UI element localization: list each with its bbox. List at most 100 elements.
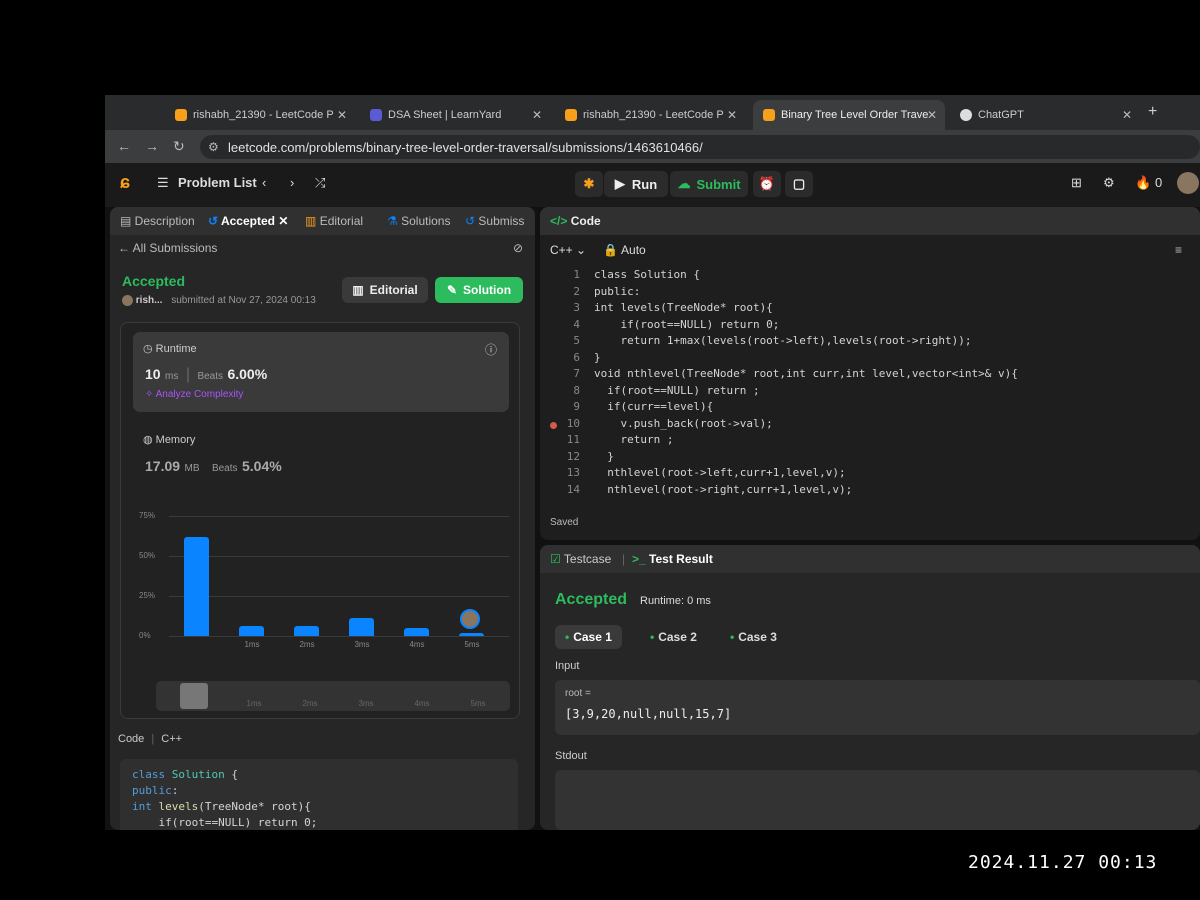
format-icon[interactable]: ≡ (1175, 243, 1182, 257)
case-tab-3[interactable]: • Case 3 (720, 625, 787, 649)
case-label: Case 3 (738, 630, 777, 644)
share-link-icon[interactable]: ⊘ (513, 241, 523, 255)
leetcode-logo-icon[interactable]: ɕ (120, 172, 130, 193)
code-line[interactable]: 9 if(curr==level){ (550, 399, 1190, 416)
browser-tab-4[interactable]: Binary Tree Level Order Trave ✕ (753, 100, 945, 130)
close-tab-icon[interactable]: ✕ (727, 108, 737, 122)
tab-accepted[interactable]: ↺ Accepted ✕ (208, 214, 288, 228)
memory-heading: ◍ Memory (143, 434, 196, 446)
info-icon[interactable]: ⓘ (485, 341, 497, 358)
chart-bar[interactable] (459, 632, 484, 636)
browser-tab-2[interactable]: DSA Sheet | LearnYard ✕ (360, 100, 550, 130)
code-line[interactable]: 8 if(root==NULL) return ; (550, 383, 1190, 400)
problem-list-link[interactable]: Problem List (178, 175, 257, 190)
forward-icon[interactable]: → (145, 138, 159, 154)
chatgpt-favicon-icon (960, 109, 972, 121)
next-problem-icon[interactable]: › (290, 175, 294, 190)
case-tab-1[interactable]: • Case 1 (555, 625, 622, 649)
settings-gear-icon[interactable]: ⚙ (1103, 175, 1115, 191)
code-line[interactable]: 2 public: (550, 284, 1190, 301)
reload-icon[interactable]: ↻ (173, 138, 185, 155)
code-line[interactable]: 10 v.push_back(root->val); (550, 416, 1190, 433)
line-text: } (594, 449, 614, 463)
y-tick-label: 75% (139, 511, 156, 520)
close-tab-icon[interactable]: ✕ (337, 108, 347, 122)
layout-grid-icon[interactable]: ⊞ (1071, 175, 1082, 191)
clock-icon: ↺ (208, 214, 219, 228)
url-field[interactable]: ⚙ leetcode.com/problems/binary-tree-leve… (200, 135, 1200, 159)
back-icon[interactable]: ← (117, 138, 131, 154)
code-line[interactable]: 12 } (550, 449, 1190, 466)
submit-button[interactable]: ☁ Submit (670, 171, 748, 197)
timer-button[interactable]: ⏰ (753, 171, 781, 197)
prev-problem-icon[interactable]: ‹ (262, 175, 266, 190)
code-line[interactable]: 4 if(root==NULL) return 0; (550, 317, 1190, 334)
code-line[interactable]: 14 nthlevel(root->right,curr+1,level,v); (550, 482, 1190, 499)
tab-test-result[interactable]: >_ Test Result (632, 552, 713, 566)
browser-tab-1[interactable]: rishabh_21390 - LeetCode P ✕ (165, 100, 355, 130)
y-tick-label: 0% (139, 631, 151, 640)
browser-tab-3[interactable]: rishabh_21390 - LeetCode P ✕ (555, 100, 745, 130)
analyze-complexity-link[interactable]: ✧ Analyze Complexity (145, 389, 243, 400)
chart-bar[interactable] (184, 536, 209, 636)
line-text: class Solution { (594, 268, 700, 281)
breakpoint-dot[interactable] (550, 422, 557, 429)
debug-button[interactable]: ✱ (575, 171, 603, 197)
x-tick-label: 2ms (299, 640, 315, 649)
solution-button[interactable]: ✎ Solution (435, 277, 523, 303)
cloud-upload-icon: ☁ (677, 176, 691, 191)
case-tab-2[interactable]: • Case 2 (640, 625, 707, 649)
code-line[interactable]: 3 int levels(TreeNode* root){ (550, 300, 1190, 317)
new-tab-icon[interactable]: + (1148, 103, 1157, 121)
language-selector[interactable]: C++ ⌄ 🔒 Auto (550, 243, 646, 257)
code-line[interactable]: 7 void nthlevel(TreeNode* root,int curr,i… (550, 366, 1190, 383)
flask-icon: ⚗ (387, 214, 398, 228)
runtime-card[interactable]: ◷ Runtime ⓘ 10 ms | Beats 6.00% ✧ Analyz… (133, 332, 509, 412)
chart-range-slider[interactable]: 1ms 2ms 3ms 4ms 5ms (156, 681, 510, 711)
close-tab-icon[interactable]: ✕ (1122, 108, 1132, 122)
chart-bar[interactable] (239, 626, 264, 636)
site-info-icon[interactable]: ⚙ (208, 140, 219, 154)
tab-label: rishabh_21390 - LeetCode P (193, 109, 334, 121)
gridline (169, 596, 509, 597)
tab-editorial[interactable]: ▥ Editorial (305, 214, 363, 228)
list-icon[interactable]: ☰ (157, 175, 169, 191)
all-submissions-label: All Submissions (132, 241, 218, 255)
browser-window: rishabh_21390 - LeetCode P ✕ DSA Sheet |… (105, 95, 1200, 830)
chart-bar[interactable] (404, 628, 429, 636)
autocomplete-mode[interactable]: Auto (621, 243, 646, 257)
range-handle[interactable] (180, 683, 208, 709)
memory-value-row: 17.09 MB Beats 5.04% (145, 458, 282, 476)
all-submissions-link[interactable]: ← All Submissions (118, 241, 217, 255)
code-line[interactable]: 5 return 1+max(levels(root->left),levels… (550, 333, 1190, 350)
chart-bar[interactable] (294, 626, 319, 636)
y-tick-label: 50% (139, 551, 156, 560)
shuffle-icon[interactable]: ⤮ (315, 175, 325, 191)
username[interactable]: rish... (136, 295, 163, 306)
analyze-label: Analyze Complexity (155, 389, 244, 400)
tab-solutions[interactable]: ⚗ Solutions (387, 214, 450, 228)
close-tab-icon[interactable]: ✕ (927, 108, 937, 122)
code-line[interactable]: 13 nthlevel(root->left,curr+1,level,v); (550, 465, 1190, 482)
tab-testcase[interactable]: ☑ Testcase (550, 552, 611, 566)
tab-description[interactable]: ▤ Description (120, 214, 195, 228)
browser-tab-5[interactable]: ChatGPT ✕ (950, 100, 1140, 130)
user-avatar[interactable] (1177, 172, 1199, 194)
x-tick-label: 4ms (409, 640, 425, 649)
tab-submissions[interactable]: ↺ Submiss (465, 214, 524, 228)
tab-label: Testcase (563, 552, 612, 566)
bug-icon: ✱ (583, 176, 595, 191)
run-button[interactable]: ▶ Run (604, 171, 668, 197)
code-line[interactable]: 11 return ; (550, 432, 1190, 449)
streak-flame-icon[interactable]: 🔥 (1135, 175, 1151, 191)
code-line[interactable]: 6} (550, 350, 1190, 367)
x-tick-label: 5ms (464, 640, 480, 649)
editorial-button[interactable]: ▥ Editorial (342, 277, 428, 303)
code-editor[interactable]: 1 class Solution {2 public: 3 int levels(Tre… (550, 267, 1190, 507)
notes-button[interactable]: ▢ (785, 171, 813, 197)
close-tab-icon[interactable]: ✕ (532, 108, 542, 122)
chart-bar[interactable] (349, 618, 374, 636)
memory-beats: 5.04% (241, 458, 282, 474)
code-line[interactable]: 1 class Solution { (550, 267, 1190, 284)
submission-meta: rish... submitted at Nov 27, 2024 00:13 (122, 295, 316, 306)
